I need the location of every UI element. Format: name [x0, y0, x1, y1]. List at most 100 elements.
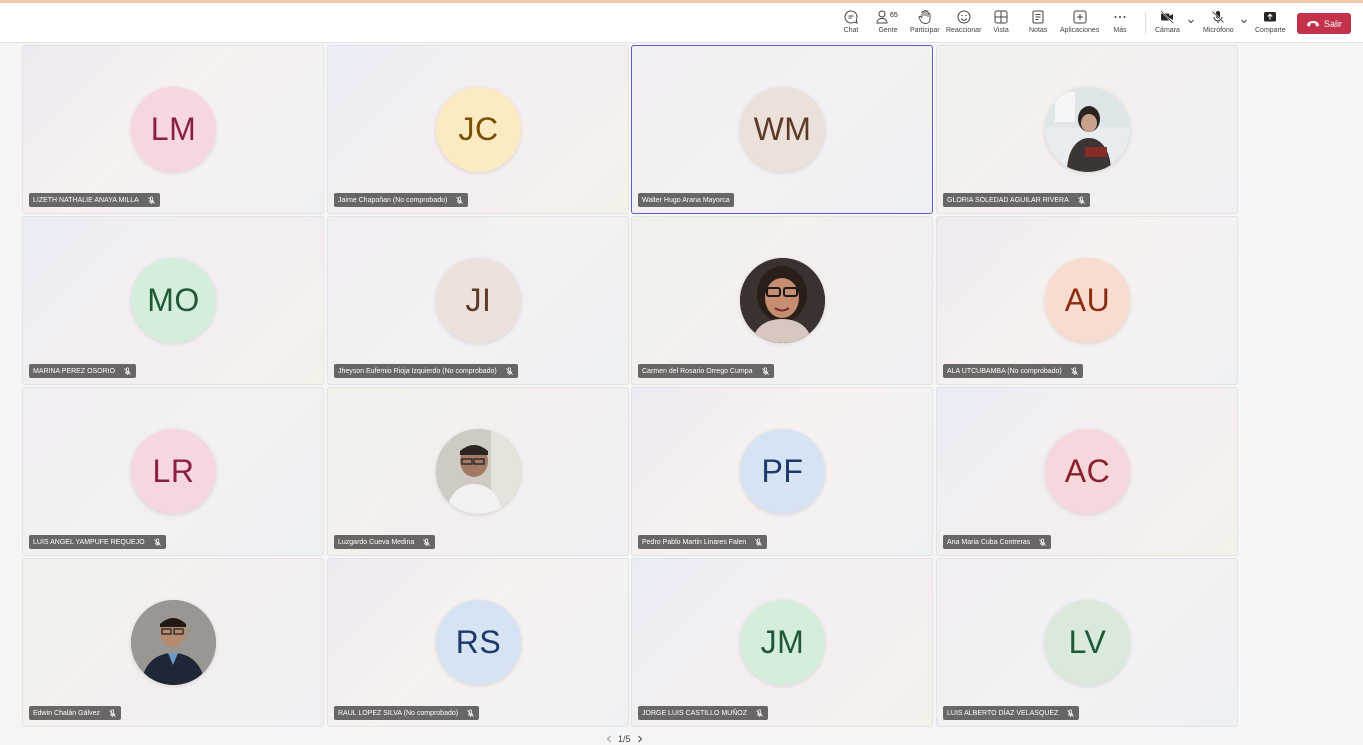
participant-photo-avatar [740, 258, 825, 343]
participant-tile[interactable]: Edwin Chalán Gálvez [22, 558, 324, 727]
participant-name-tag: Jheyson Eufemio Rioja Izquierdo (No comp… [334, 364, 518, 378]
hang-up-icon [1306, 20, 1319, 27]
participant-photo [131, 600, 216, 685]
participant-name-tag: LUIS ANGEL YAMPUFE REQUEJO [29, 535, 166, 549]
participant-initials: LR [152, 453, 195, 489]
camera-options-chevron-icon[interactable] [1187, 17, 1195, 25]
participant-tile[interactable]: MO MARINA PEREZ OSORIO [22, 216, 324, 385]
participant-initials-avatar: PF [740, 429, 825, 514]
participant-photo [436, 429, 521, 514]
mic-off-icon [423, 538, 431, 546]
people-label: Gente [878, 27, 898, 34]
participant-initials-avatar: LR [131, 429, 216, 514]
mic-off-icon [124, 367, 131, 375]
toolbar-divider [1145, 12, 1146, 34]
participant-name: RAUL LOPEZ SILVA (No comprobado) [338, 709, 459, 717]
participant-name-tag: Pedro Pablo Martin Linares Falen [638, 535, 768, 549]
participant-tile[interactable]: LM LIZETH NATHALIE ANAYA MILLA [22, 45, 324, 214]
participant-name-tag: Walter Hugo Arana Mayorca [638, 193, 734, 207]
react-button[interactable]: Reaccionar [946, 9, 981, 39]
participant-name: ALA UTCUBAMBA (No comprobado) [947, 367, 1062, 375]
mic-off-icon [467, 709, 474, 717]
participant-initials-avatar: JC [436, 87, 521, 172]
participant-name-tag: MARINA PEREZ OSORIO [29, 364, 137, 378]
raise-hand-label: Participar [910, 27, 940, 34]
page-indicator: 1/5 [618, 734, 631, 744]
participant-tile[interactable]: Luzgardo Cueva Medina [327, 387, 629, 556]
participant-tile[interactable]: JI Jheyson Eufemio Rioja Izquierdo (No co… [327, 216, 629, 385]
participant-name-tag: Jaime Chapoñan (No comprobado) [334, 193, 469, 207]
more-icon [1114, 16, 1126, 18]
participant-tile[interactable]: JC Jaime Chapoñan (No comprobado) [327, 45, 629, 214]
participant-photo-avatar [436, 429, 521, 514]
participant-name-tag: LUIS ALBERTO DÍAZ VELASQUEZ [943, 706, 1080, 720]
mic-off-icon [755, 538, 763, 546]
participant-name: Jheyson Eufemio Rioja Izquierdo (No comp… [338, 367, 497, 375]
more-label: Más [1113, 27, 1127, 34]
notes-icon [1032, 10, 1044, 24]
leave-button[interactable]: Salir [1297, 13, 1351, 34]
share-button[interactable]: Comparte [1255, 9, 1286, 39]
participant-name-tag: Ana Maria Cuba Contreras [943, 535, 1052, 549]
participant-initials: JI [465, 282, 492, 318]
mic-label: Micrófono [1203, 27, 1234, 34]
next-page-icon[interactable] [635, 734, 645, 744]
people-button[interactable]: 65 Gente [875, 9, 901, 39]
participant-tile[interactable]: PF Pedro Pablo Martin Linares Falen [631, 387, 933, 556]
mic-off-icon [1039, 538, 1047, 546]
participant-photo-avatar [131, 600, 216, 685]
mic-off-icon [1077, 196, 1085, 204]
participant-name: GLORIA SOLEDAD AGUILAR RIVERA [947, 196, 1069, 204]
participant-tile[interactable]: LV LUIS ALBERTO DÍAZ VELASQUEZ [936, 558, 1238, 727]
participant-name-tag: Luzgardo Cueva Medina [334, 535, 436, 549]
participant-name-tag: Carmen del Rosario Orrego Cumpa [638, 364, 774, 378]
participant-initials-avatar: AU [1045, 258, 1130, 343]
participant-tile[interactable]: WM Walter Hugo Arana Mayorca [631, 45, 933, 214]
participant-name-tag: JORGE LUIS CASTILLO MUÑOZ [638, 706, 769, 720]
participant-initials-avatar: MO [131, 258, 216, 343]
mic-off-icon [756, 709, 763, 717]
participant-initials-avatar: WM [740, 87, 825, 172]
participant-tile[interactable]: GLORIA SOLEDAD AGUILAR RIVERA [936, 45, 1238, 214]
share-screen-icon [1264, 12, 1277, 22]
camera-button[interactable]: Cámara [1155, 9, 1180, 39]
participant-initials-avatar: JI [436, 258, 521, 343]
participant-initials-avatar: AC [1045, 429, 1130, 514]
chat-button[interactable]: Chat [843, 9, 859, 39]
grid-view-icon [994, 10, 1008, 24]
pagination: 1/5 [604, 733, 645, 745]
participant-tile[interactable]: AU ALA UTCUBAMBA (No comprobado) [936, 216, 1238, 385]
participant-tile[interactable]: RS RAUL LOPEZ SILVA (No comprobado) [327, 558, 629, 727]
participant-name: Carmen del Rosario Orrego Cumpa [642, 367, 753, 375]
participant-initials-avatar: JM [740, 600, 825, 685]
mic-off-icon [761, 367, 769, 375]
participant-name: Pedro Pablo Martin Linares Falen [642, 538, 747, 546]
mic-off-icon [1070, 367, 1078, 375]
participant-name: LUIS ANGEL YAMPUFE REQUEJO [33, 538, 145, 546]
meeting-toolbar: Chat 65 Gente Participar Reaccionar Vist… [0, 3, 1363, 43]
mic-button[interactable]: Micrófono [1203, 9, 1234, 39]
view-label: Vista [993, 27, 1009, 34]
view-button[interactable]: Vista [993, 9, 1009, 39]
notes-button[interactable]: Notas [1029, 9, 1047, 39]
participant-name: JORGE LUIS CASTILLO MUÑOZ [642, 709, 748, 717]
apps-button[interactable]: Aplicaciones [1060, 9, 1099, 39]
raise-hand-button[interactable]: Participar [910, 9, 940, 39]
participant-name: Luzgardo Cueva Medina [338, 538, 415, 546]
camera-off-icon [1160, 10, 1175, 24]
previous-page-icon[interactable] [604, 734, 614, 744]
participant-tile[interactable]: AC Ana Maria Cuba Contreras [936, 387, 1238, 556]
participant-initials-avatar: RS [436, 600, 521, 685]
participant-initials: AC [1064, 453, 1111, 489]
mic-options-chevron-icon[interactable] [1240, 17, 1248, 25]
apps-label: Aplicaciones [1060, 27, 1100, 34]
participant-tile[interactable]: JM JORGE LUIS CASTILLO MUÑOZ [631, 558, 933, 727]
participant-initials: LV [1068, 624, 1107, 660]
participant-name-tag: Edwin Chalán Gálvez [29, 706, 121, 720]
mic-off-icon [109, 709, 116, 717]
participant-tile[interactable]: Carmen del Rosario Orrego Cumpa [631, 216, 933, 385]
more-button[interactable]: Más [1112, 9, 1128, 39]
leave-label: Salir [1323, 18, 1342, 29]
participant-tile[interactable]: LR LUIS ANGEL YAMPUFE REQUEJO [22, 387, 324, 556]
participant-name: LIZETH NATHALIE ANAYA MILLA [33, 196, 139, 204]
